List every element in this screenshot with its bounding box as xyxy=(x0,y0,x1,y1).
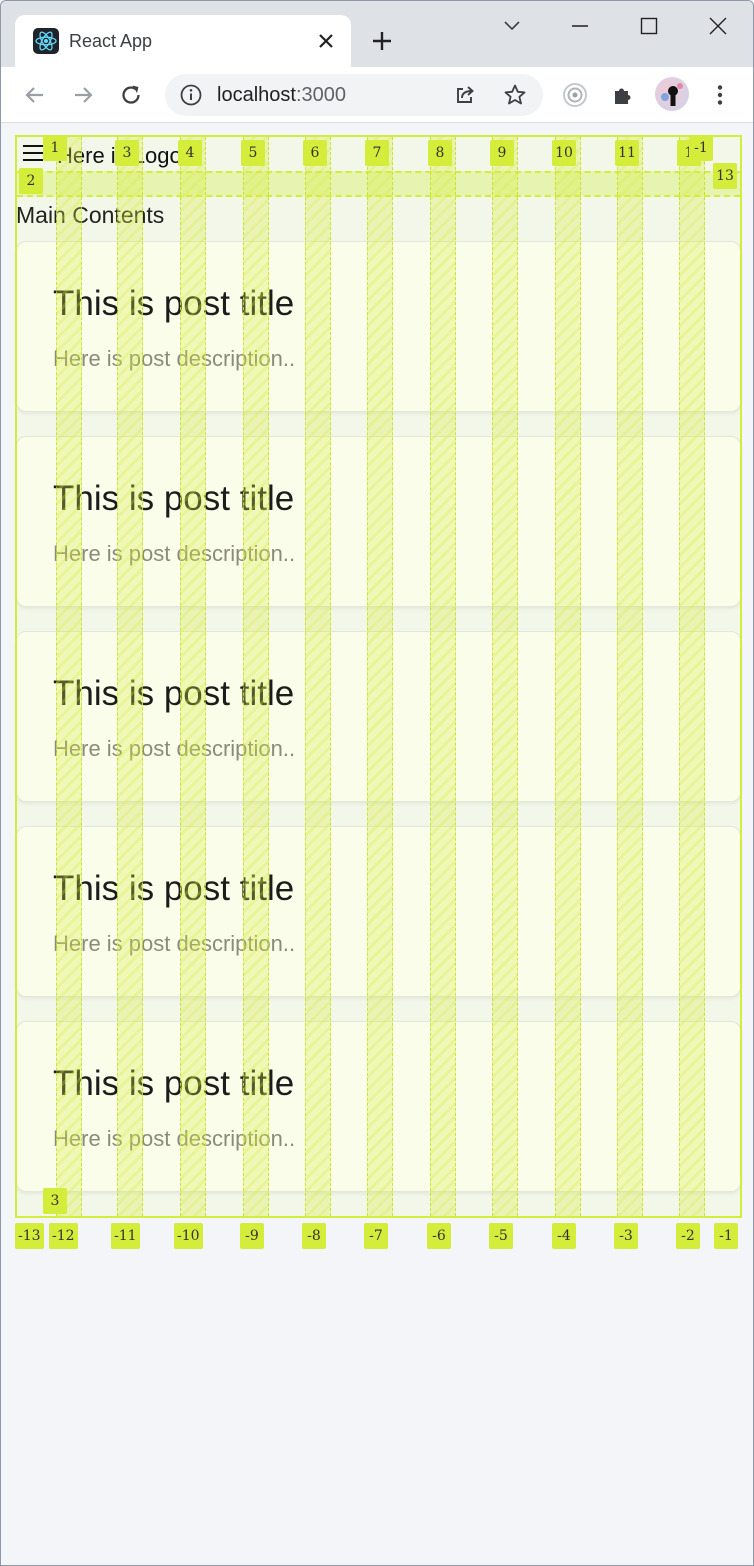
grid-line-badge: 7 xyxy=(365,140,389,166)
grid-line-badge: -8 xyxy=(302,1223,326,1249)
puzzle-icon[interactable] xyxy=(607,79,639,111)
grid-line-badge: 2 xyxy=(19,168,43,194)
grid-line-badge: -5 xyxy=(489,1223,513,1249)
grid-line-badge: -12 xyxy=(49,1223,78,1249)
address-bar[interactable]: localhost:3000 xyxy=(165,74,543,116)
share-icon[interactable] xyxy=(453,83,477,107)
grid-line-badge: -6 xyxy=(427,1223,451,1249)
grid-line-badge: 8 xyxy=(428,140,452,166)
tab-react-app[interactable]: React App xyxy=(15,15,351,67)
page-viewport: Here is Logo Main Contents This is post … xyxy=(1,123,753,1565)
main-contents-title: Main Contents xyxy=(16,202,165,228)
grid-line-badge: -11 xyxy=(111,1223,140,1249)
post-title: This is post title xyxy=(53,674,295,713)
post-card[interactable]: This is post title Here is post descript… xyxy=(16,1021,741,1192)
close-icon[interactable] xyxy=(703,11,733,41)
post-description: Here is post description.. xyxy=(53,1126,296,1151)
grid-line-badge: 1 xyxy=(43,135,67,161)
url-port: :3000 xyxy=(295,84,346,106)
close-icon[interactable] xyxy=(315,30,337,52)
post-description: Here is post description.. xyxy=(53,346,296,371)
grid-line-badge: 4 xyxy=(178,140,202,166)
grid-line-badge: -1 xyxy=(714,1223,738,1249)
grid-line-badge: 3 xyxy=(115,140,139,166)
more-vertical-icon[interactable] xyxy=(704,79,736,111)
grid-line-badge: 5 xyxy=(241,140,265,166)
arrow-right-icon[interactable] xyxy=(67,79,99,111)
grid-line-badge: 3 xyxy=(43,1188,67,1214)
url-text: localhost:3000 xyxy=(217,84,346,107)
app-root: Here is Logo Main Contents This is post … xyxy=(15,135,742,1218)
post-description: Here is post description.. xyxy=(53,736,296,761)
react-logo-icon xyxy=(33,28,59,54)
grid-line-badge: -9 xyxy=(240,1223,264,1249)
post-card[interactable]: This is post title Here is post descript… xyxy=(16,436,741,607)
plus-icon[interactable] xyxy=(367,26,397,56)
grid-line-badge: 13 xyxy=(713,163,737,189)
grid-line-badge: -4 xyxy=(552,1223,576,1249)
post-description: Here is post description.. xyxy=(53,931,296,956)
post-title: This is post title xyxy=(53,869,295,908)
grid-line-badge: -2 xyxy=(676,1223,700,1249)
info-icon[interactable] xyxy=(179,83,203,107)
star-icon[interactable] xyxy=(503,83,527,107)
browser-window: React App localhost:3000 Here Logo Main … xyxy=(0,0,754,1566)
grid-line-badge: 10 xyxy=(552,140,576,166)
grid-line-badge: -1 xyxy=(689,135,713,161)
post-title: This is post title xyxy=(53,479,295,518)
minimize-icon[interactable] xyxy=(565,11,595,41)
post-card[interactable]: This is post title Here is post descript… xyxy=(16,631,741,802)
grid-line-badge: 6 xyxy=(303,140,327,166)
grid-line-badge: -3 xyxy=(614,1223,638,1249)
post-description: Here is post description.. xyxy=(53,541,296,566)
subheader-band xyxy=(15,171,742,195)
grid-line-badge: 11 xyxy=(615,140,639,166)
post-card[interactable]: This is post title Here is post descript… xyxy=(16,241,741,412)
url-host: localhost xyxy=(217,84,296,106)
tab-strip: React App xyxy=(1,1,753,67)
grid-line-badge: -10 xyxy=(174,1223,203,1249)
grid-line-badge: -13 xyxy=(15,1223,44,1249)
chevron-down-icon[interactable] xyxy=(497,11,527,41)
post-card[interactable]: This is post title Here is post descript… xyxy=(16,826,741,997)
browser-toolbar: localhost:3000 xyxy=(1,67,753,123)
reload-icon[interactable] xyxy=(115,79,147,111)
profile-avatar[interactable] xyxy=(655,77,689,111)
tab-title: React App xyxy=(69,31,153,51)
arrow-left-icon[interactable] xyxy=(19,79,51,111)
post-title: This is post title xyxy=(53,284,295,323)
hamburger-icon[interactable] xyxy=(21,141,45,165)
post-title: This is post title xyxy=(53,1064,295,1103)
maximize-icon[interactable] xyxy=(634,11,664,41)
grid-line-badge: 9 xyxy=(490,140,514,166)
record-icon[interactable] xyxy=(559,79,591,111)
grid-line-badge: -7 xyxy=(364,1223,388,1249)
